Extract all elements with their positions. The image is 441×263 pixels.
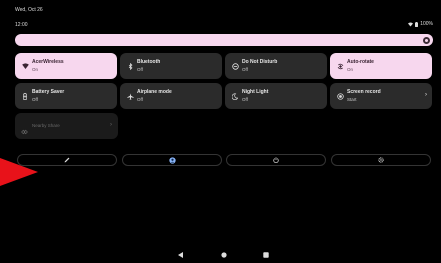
tile-bluetooth[interactable]: Bluetooth Off: [120, 53, 222, 79]
power-button[interactable]: [226, 154, 326, 166]
tile-title: Do Not Disturb: [242, 59, 278, 65]
tile-title: Screen record: [347, 89, 381, 95]
recents-icon: [263, 245, 269, 262]
chevron-right-icon: ›: [425, 92, 427, 98]
power-icon: [273, 157, 279, 163]
tile-auto-rotate[interactable]: Auto-rotate On: [330, 53, 432, 79]
settings-button[interactable]: [331, 154, 431, 166]
tile-wifi[interactable]: AcerWireless On: [15, 53, 117, 79]
tile-night-light[interactable]: Night Light Off: [225, 83, 327, 109]
settings-icon: [378, 157, 384, 163]
brightness-icon[interactable]: [423, 36, 430, 44]
battery-percent: 100%: [420, 21, 433, 27]
screen-record-icon: [336, 92, 344, 100]
tile-subtitle: On: [32, 67, 39, 72]
tile-title: Airplane mode: [137, 89, 172, 95]
nearby-share-icon: [21, 122, 28, 140]
wifi-icon: [21, 62, 29, 70]
chevron-right-icon: ›: [110, 122, 112, 128]
back-icon: [178, 245, 183, 262]
user-button[interactable]: [122, 154, 222, 166]
tile-title: Battery Saver: [32, 89, 65, 95]
do-not-disturb-icon: [231, 62, 239, 70]
user-icon: [168, 156, 176, 164]
tile-subtitle: Off: [32, 97, 38, 102]
tile-title: Auto-rotate: [347, 59, 374, 65]
tile-subtitle: Off: [242, 67, 248, 72]
tile-subtitle: Start: [347, 97, 357, 102]
battery-icon: [415, 21, 419, 27]
tile-subtitle: Off: [242, 97, 248, 102]
edit-icon: [64, 157, 70, 163]
tile-subtitle: On: [347, 67, 354, 72]
tile-screen-record[interactable]: Screen record Start ›: [330, 83, 432, 109]
auto-rotate-icon: [336, 62, 344, 70]
tile-do-not-disturb[interactable]: Do Not Disturb Off: [225, 53, 327, 79]
back-button[interactable]: [178, 245, 183, 263]
tile-subtitle: Off: [137, 97, 143, 102]
night-light-icon: [231, 92, 239, 100]
time-label: 12:00: [15, 22, 28, 28]
recents-button[interactable]: [263, 245, 269, 263]
tile-title: AcerWireless: [32, 59, 64, 65]
brightness-slider[interactable]: [15, 34, 433, 46]
tile-airplane-mode[interactable]: Airplane mode Off: [120, 83, 222, 109]
home-icon: [221, 245, 227, 262]
battery-saver-icon: [21, 92, 29, 100]
tile-title: Nearby Share: [32, 123, 60, 128]
tile-battery-saver[interactable]: Battery Saver Off: [15, 83, 117, 109]
airplane-icon: [126, 92, 134, 100]
tile-title: Night Light: [242, 89, 269, 95]
tile-title: Bluetooth: [137, 59, 161, 65]
bluetooth-icon: [126, 62, 134, 70]
date-label: Wed, Oct 26: [15, 7, 43, 13]
annotation-arrow: [0, 158, 38, 186]
status-icons: 100%: [408, 21, 433, 27]
home-button[interactable]: [221, 245, 227, 263]
wifi-icon: [408, 22, 414, 27]
tile-nearby-share[interactable]: Nearby Share ›: [15, 113, 118, 139]
tile-subtitle: Off: [137, 67, 143, 72]
